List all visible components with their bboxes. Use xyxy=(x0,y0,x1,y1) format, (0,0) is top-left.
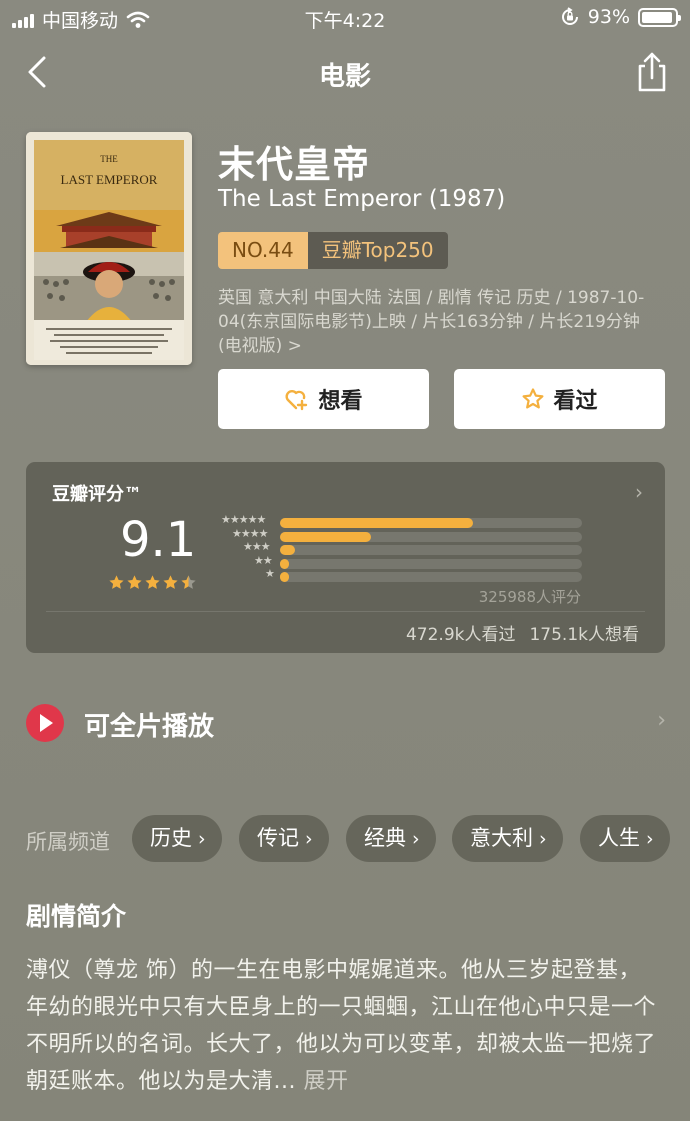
top250-badge[interactable]: NO.44 豆瓣Top250 xyxy=(218,232,448,269)
channels-row: 所属频道 历史 › 传记 › 经典 › 意大利 › 人生 › xyxy=(26,815,690,863)
synopsis-text: 溥仪（尊龙 饰）的一生在电影中娓娓道来。他从三岁起登基，年幼的眼光中只有大臣身上… xyxy=(26,952,656,1100)
chevron-right-icon: › xyxy=(305,828,313,850)
battery-fill xyxy=(642,11,672,23)
distribution-star-label: ★★ xyxy=(254,553,273,567)
rating-stars xyxy=(108,574,197,591)
movie-detail-page: 中国移动 下午4:22 93% 电影 THE LAST EMPEROR 末代皇帝… xyxy=(0,0,690,1121)
distribution-track xyxy=(280,572,582,582)
star-icon xyxy=(145,575,160,589)
battery-icon xyxy=(638,7,681,27)
rank-list-name: 豆瓣Top250 xyxy=(307,232,448,269)
battery-percent: 93% xyxy=(587,6,630,28)
rotation-lock-icon xyxy=(561,7,578,25)
channel-chip-label: 历史 xyxy=(150,826,192,850)
poster-title-line2: LAST EMPEROR xyxy=(61,172,158,187)
distribution-bar xyxy=(280,531,371,542)
want-to-watch-button[interactable]: 想看 xyxy=(218,369,429,429)
star-icon xyxy=(127,575,142,589)
channel-chip-label: 传记 xyxy=(257,826,299,850)
chevron-right-icon: › xyxy=(198,828,206,850)
star-icon xyxy=(109,575,124,589)
movie-title-cn: 末代皇帝 xyxy=(218,143,370,186)
page-title: 电影 xyxy=(318,62,371,92)
distribution-bar xyxy=(280,572,290,582)
channel-chip[interactable]: 经典 › xyxy=(346,815,436,862)
chevron-right-icon[interactable]: › xyxy=(635,480,643,504)
heart-plus-icon xyxy=(285,390,308,411)
rating-score: 9.1 xyxy=(120,512,197,568)
star-icon xyxy=(163,575,178,589)
chevron-right-icon: › xyxy=(539,828,547,850)
channel-chip-label: 意大利 xyxy=(470,826,533,850)
poster-title-line1: THE xyxy=(100,154,118,164)
channel-chip[interactable]: 历史 › xyxy=(132,815,222,862)
divider xyxy=(46,611,645,612)
distribution-bar xyxy=(280,558,290,569)
channel-chip[interactable]: 意大利 › xyxy=(452,815,563,862)
rating-count: 325988人评分 xyxy=(478,588,581,606)
distribution-row: ★ xyxy=(214,567,584,582)
want-label: 想看 xyxy=(318,389,363,414)
star-outline-icon xyxy=(522,388,544,409)
chevron-right-icon: › xyxy=(646,828,654,850)
channels-label: 所属频道 xyxy=(26,830,110,854)
distribution-bar xyxy=(280,545,296,555)
movie-meta-info[interactable]: 英国 意大利 中国大陆 法国 / 剧情 传记 历史 / 1987-10-04(东… xyxy=(218,286,668,358)
nav-bar: 电影 xyxy=(0,44,690,100)
distribution-track xyxy=(280,531,582,542)
movie-poster[interactable]: THE LAST EMPEROR xyxy=(26,132,192,365)
distribution-star-label: ★★★ xyxy=(243,540,271,553)
distribution-star-label: ★ xyxy=(265,567,275,580)
play-label: 可全片播放 xyxy=(84,712,215,742)
rating-card[interactable]: 豆瓣评分™ › 9.1 ★★★★★ ★★★★ ★★★ ★★ ★ 325988人评分 47… xyxy=(26,462,665,653)
channel-chip[interactable]: 传记 › xyxy=(239,815,329,862)
status-right: 93% xyxy=(560,6,681,28)
synopsis-title: 剧情简介 xyxy=(26,902,127,931)
distribution-track xyxy=(280,558,582,569)
distribution-bar xyxy=(280,518,474,528)
movie-title-en: The Last Emperor (1987) xyxy=(218,186,506,212)
watched-button[interactable]: 看过 xyxy=(454,369,665,429)
want-count[interactable]: 175.1k人想看 xyxy=(529,620,639,645)
play-icon xyxy=(26,704,64,742)
channel-chip[interactable]: 人生 › xyxy=(580,815,670,862)
channel-chip-label: 人生 xyxy=(598,826,640,850)
distribution-track xyxy=(280,545,582,555)
distribution-track xyxy=(280,518,582,528)
rating-label: 豆瓣评分™ xyxy=(52,484,142,505)
rank-number: NO.44 xyxy=(218,232,308,269)
distribution-star-label: ★★★★★ xyxy=(221,513,266,526)
watch-stats: 472.9k人看过 175.1k人想看 xyxy=(406,620,639,645)
channel-chip-label: 经典 xyxy=(364,826,406,850)
poster-image: THE LAST EMPEROR xyxy=(26,132,192,365)
seen-label: 看过 xyxy=(553,389,598,414)
full-play-row[interactable]: 可全片播放 › xyxy=(26,700,666,746)
star-icon xyxy=(181,575,196,589)
status-bar: 中国移动 下午4:22 93% xyxy=(0,0,690,36)
distribution-star-label: ★★★★ xyxy=(232,526,268,540)
share-icon[interactable] xyxy=(632,50,672,94)
distribution-row: ★★★★★ xyxy=(214,513,584,528)
chevron-right-icon: › xyxy=(412,828,420,850)
expand-link[interactable]: 展开 xyxy=(303,1069,348,1094)
chevron-right-icon: › xyxy=(657,708,666,733)
seen-count[interactable]: 472.9k人看过 xyxy=(406,620,516,645)
